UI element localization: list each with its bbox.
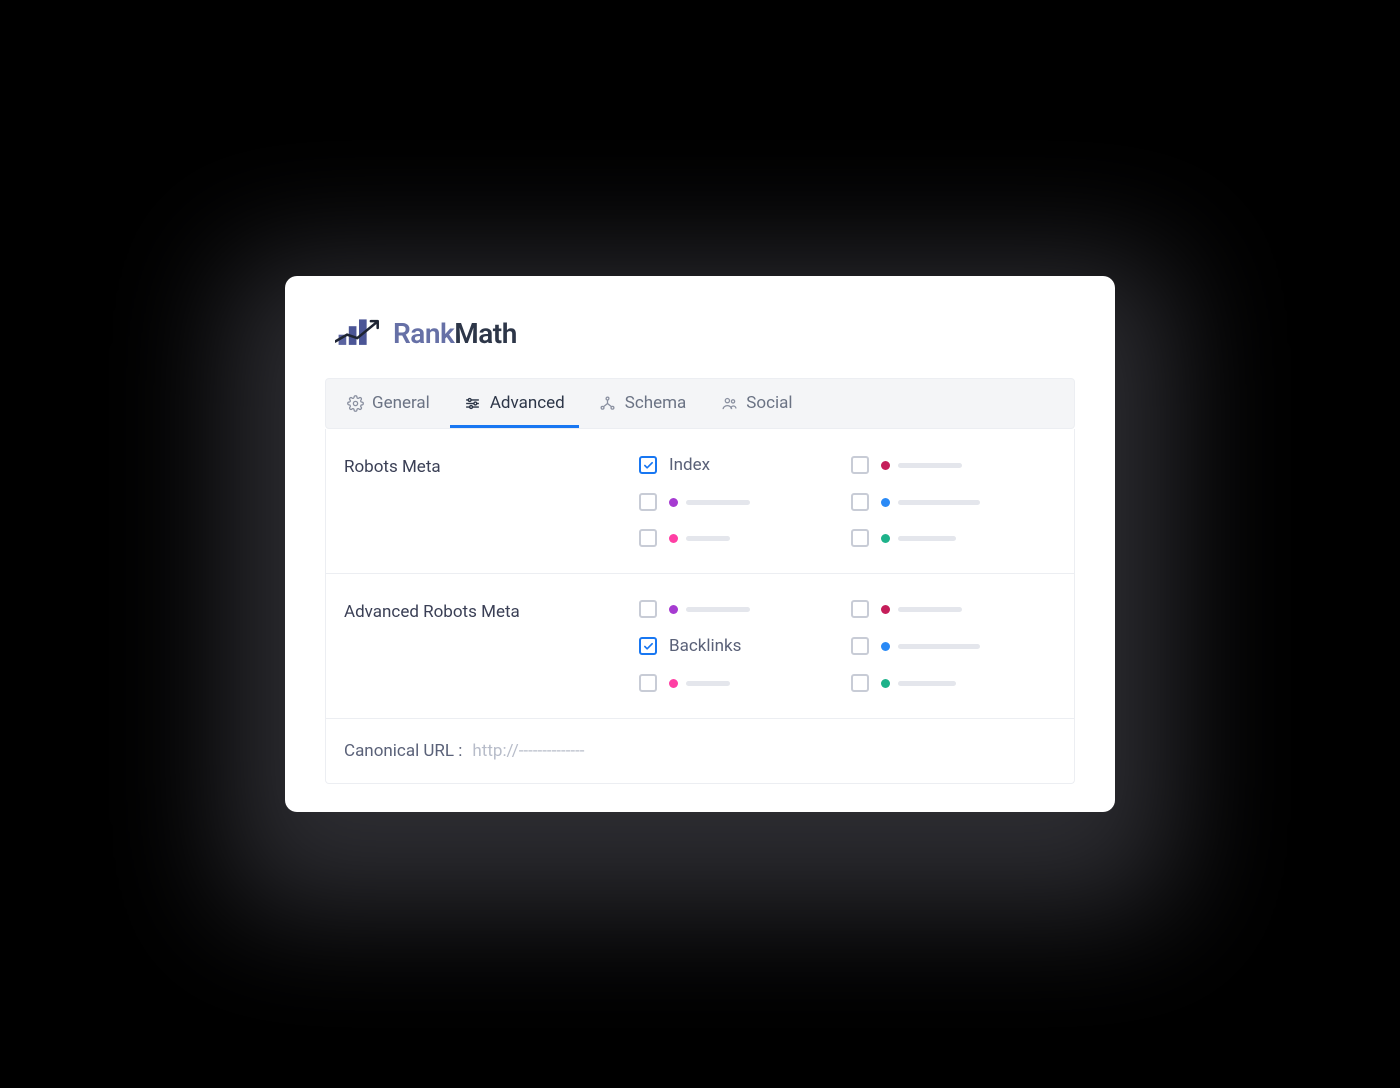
checkbox[interactable] <box>851 674 869 692</box>
section-robots-meta: Robots Meta Index <box>326 429 1074 574</box>
schema-icon <box>599 394 617 412</box>
checkbox-option[interactable]: Index <box>639 455 845 475</box>
tab-label: Social <box>746 393 792 413</box>
option-placeholder <box>669 605 750 614</box>
settings-card: RankMath General Advanced <box>285 276 1115 812</box>
tab-social[interactable]: Social <box>706 379 806 428</box>
checkbox[interactable] <box>639 600 657 618</box>
checkbox-option[interactable] <box>851 493 1057 511</box>
advanced-robots-options-grid: Backlinks <box>639 600 1056 692</box>
section-advanced-robots-meta: Advanced Robots Meta Backlinks <box>326 574 1074 719</box>
sliders-icon <box>464 394 482 412</box>
checkbox[interactable] <box>639 674 657 692</box>
checkbox-option[interactable] <box>851 455 1057 475</box>
option-placeholder <box>881 642 980 651</box>
checkbox[interactable] <box>851 600 869 618</box>
color-dot-icon <box>669 498 678 507</box>
checkbox-option[interactable] <box>639 674 845 692</box>
checkbox-option[interactable] <box>851 674 1057 692</box>
section-title: Advanced Robots Meta <box>344 600 639 692</box>
placeholder-bar <box>686 681 730 686</box>
placeholder-bar <box>898 607 962 612</box>
section-canonical-url: Canonical URL : http://-------------- <box>326 719 1074 783</box>
option-label: Index <box>669 455 710 475</box>
placeholder-bar <box>898 644 980 649</box>
option-placeholder <box>669 534 730 543</box>
checkbox[interactable] <box>639 637 657 655</box>
canonical-url-input[interactable]: http://-------------- <box>472 741 584 761</box>
placeholder-bar <box>686 500 750 505</box>
tab-label: Advanced <box>490 393 565 413</box>
gear-icon <box>346 394 364 412</box>
robots-options-grid: Index <box>639 455 1056 547</box>
color-dot-icon <box>881 534 890 543</box>
option-placeholder <box>669 498 750 507</box>
placeholder-bar <box>686 607 750 612</box>
option-placeholder <box>881 534 956 543</box>
canonical-url-label: Canonical URL : <box>344 741 462 761</box>
brand-name-rank: Rank <box>393 317 454 350</box>
checkbox[interactable] <box>639 456 657 474</box>
option-placeholder <box>881 461 962 470</box>
rankmath-logo-icon <box>335 316 383 350</box>
checkbox-option[interactable] <box>851 600 1057 618</box>
color-dot-icon <box>669 605 678 614</box>
checkbox-option[interactable] <box>639 600 845 618</box>
checkbox-option[interactable]: Backlinks <box>639 636 845 656</box>
color-dot-icon <box>881 679 890 688</box>
checkbox[interactable] <box>851 456 869 474</box>
tab-label: General <box>372 393 430 413</box>
checkbox[interactable] <box>851 637 869 655</box>
placeholder-bar <box>898 500 980 505</box>
color-dot-icon <box>669 679 678 688</box>
option-label: Backlinks <box>669 636 741 656</box>
checkbox-option[interactable] <box>639 493 845 511</box>
brand-name-math: Math <box>454 317 517 350</box>
color-dot-icon <box>881 498 890 507</box>
checkbox-option[interactable] <box>851 529 1057 547</box>
placeholder-bar <box>686 536 730 541</box>
tab-bar: General Advanced Schema <box>325 378 1075 429</box>
checkbox[interactable] <box>639 493 657 511</box>
color-dot-icon <box>881 642 890 651</box>
option-placeholder <box>881 498 980 507</box>
option-placeholder <box>881 679 956 688</box>
checkbox[interactable] <box>639 529 657 547</box>
option-placeholder <box>881 605 962 614</box>
tab-schema[interactable]: Schema <box>585 379 701 428</box>
checkbox[interactable] <box>851 493 869 511</box>
checkbox-option[interactable] <box>639 529 845 547</box>
checkbox[interactable] <box>851 529 869 547</box>
option-placeholder <box>669 679 730 688</box>
placeholder-bar <box>898 463 962 468</box>
users-icon <box>720 394 738 412</box>
placeholder-bar <box>898 681 956 686</box>
tab-advanced[interactable]: Advanced <box>450 379 579 428</box>
color-dot-icon <box>669 534 678 543</box>
tab-general[interactable]: General <box>332 379 444 428</box>
color-dot-icon <box>881 605 890 614</box>
brand-logo: RankMath <box>335 316 1075 350</box>
brand-name: RankMath <box>393 317 517 350</box>
checkbox-option[interactable] <box>851 636 1057 656</box>
tab-label: Schema <box>625 393 687 413</box>
advanced-panel: Robots Meta Index Advanced Robots Meta B… <box>325 429 1075 784</box>
color-dot-icon <box>881 461 890 470</box>
placeholder-bar <box>898 536 956 541</box>
section-title: Robots Meta <box>344 455 639 547</box>
